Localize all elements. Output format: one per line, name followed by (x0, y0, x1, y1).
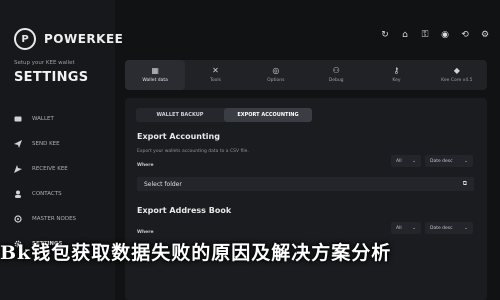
contacts-icon (15, 190, 21, 198)
chevron-down-icon: ⌄ (464, 225, 468, 231)
sort-value: Date desc (430, 158, 453, 164)
chevron-down-icon: ⌄ (412, 225, 416, 231)
send-icon (14, 139, 22, 148)
sidebar-item-receive[interactable]: RECEIVE KEE (14, 156, 76, 181)
filter-value: All (396, 158, 402, 164)
overlay-caption: Bk钱包获取数据失败的原因及解决方案分析 (0, 242, 392, 264)
chevron-down-icon: ⌄ (464, 158, 468, 164)
sidebar-item-label: MASTER NODES (32, 215, 77, 222)
logo-icon: P (14, 28, 36, 50)
tab-tools[interactable]: ✕ Tools (185, 60, 245, 90)
sidebar-item-send[interactable]: SEND KEE (14, 131, 76, 156)
app-logo: P POWERKEE (14, 28, 123, 50)
tab-label: Options (267, 78, 285, 83)
sidebar-item-wallet[interactable]: WALLET (14, 106, 76, 131)
wallet-icon (14, 116, 22, 121)
receive-icon (14, 164, 22, 173)
settings-tab-bar: ▦ Wallet data ✕ Tools ◎ Options ⚇ Debug … (125, 60, 487, 90)
sort-value: Date desc (430, 225, 453, 231)
options-icon: ◎ (272, 66, 280, 75)
export-address-book-title: Export Address Book (137, 206, 232, 215)
tab-options[interactable]: ◎ Options (246, 60, 306, 90)
folder-placeholder: Select folder (144, 180, 182, 188)
page-title: SETTINGS (14, 70, 89, 85)
tab-label: Wallet data (142, 78, 168, 83)
tab-label: Debug (328, 78, 344, 83)
folder-icon[interactable]: ⧉ (463, 180, 467, 188)
where-label: Where (137, 230, 154, 235)
export-accounting-title: Export Accounting (137, 132, 220, 141)
tab-label: Kee Core v4.5 (441, 78, 473, 83)
sidebar-item-label: WALLET (32, 115, 54, 122)
refresh-icon[interactable]: ↻ (380, 30, 390, 40)
sidebar-item-label: RECEIVE KEE (32, 165, 68, 172)
sort-select[interactable]: Date desc ⌄ (425, 155, 473, 167)
subtab-wallet-backup[interactable]: WALLET BACKUP (136, 108, 224, 122)
tab-wallet-data[interactable]: ▦ Wallet data (125, 60, 186, 90)
tab-kee-core[interactable]: ◆ Kee Core v4.5 (427, 60, 487, 90)
subtab-export-accounting[interactable]: EXPORT ACCOUNTING (224, 108, 312, 122)
wallet-data-icon: ▦ (151, 66, 159, 75)
settings-icon[interactable]: ⚙ (480, 30, 490, 40)
lock-icon[interactable]: ⚿ (420, 30, 430, 40)
setup-subtitle: Setup your KEE wallet (14, 60, 75, 66)
chevron-down-icon: ⌄ (412, 158, 416, 164)
tab-debug[interactable]: ⚇ Debug (306, 60, 366, 90)
content-panel (125, 98, 487, 300)
sidebar-item-contacts[interactable]: CONTACTS (14, 181, 76, 206)
export-subtabs: WALLET BACKUP EXPORT ACCOUNTING (136, 108, 312, 122)
filter-select[interactable]: All ⌄ (391, 155, 421, 167)
export-accounting-description: Export your wallets accounting data to a… (137, 149, 249, 154)
sidebar-item-label: CONTACTS (32, 190, 62, 197)
filter-select[interactable]: All ⌄ (391, 222, 421, 234)
tools-icon: ✕ (212, 66, 219, 75)
sidebar-item-label: SEND KEE (32, 140, 60, 147)
brand-name: POWERKEE (44, 32, 124, 46)
bank-icon[interactable]: ⌂ (400, 30, 410, 40)
sidebar-nav: WALLET SEND KEE RECEIVE KEE CONTACTS MAS… (14, 106, 76, 256)
tab-label: Tools (209, 78, 222, 83)
filter-value: All (396, 225, 402, 231)
core-icon: ◆ (453, 66, 460, 75)
debug-icon: ⚇ (332, 66, 340, 75)
tab-key[interactable]: ⚷ Key (366, 60, 426, 90)
where-label: Where (137, 163, 154, 168)
key-icon: ⚷ (393, 66, 400, 75)
eye-icon[interactable]: ◉ (440, 30, 450, 40)
top-toolbar: ↻ ⌂ ⚿ ◉ ⟲ ⚙ (380, 30, 490, 40)
select-folder-input[interactable]: Select folder ⧉ (137, 177, 474, 191)
nodes-icon (14, 214, 22, 223)
sidebar-item-master-nodes[interactable]: MASTER NODES (14, 206, 76, 231)
sort-select[interactable]: Date desc ⌄ (425, 222, 473, 234)
sync-icon[interactable]: ⟲ (460, 30, 470, 40)
tab-label: Key (392, 78, 401, 83)
